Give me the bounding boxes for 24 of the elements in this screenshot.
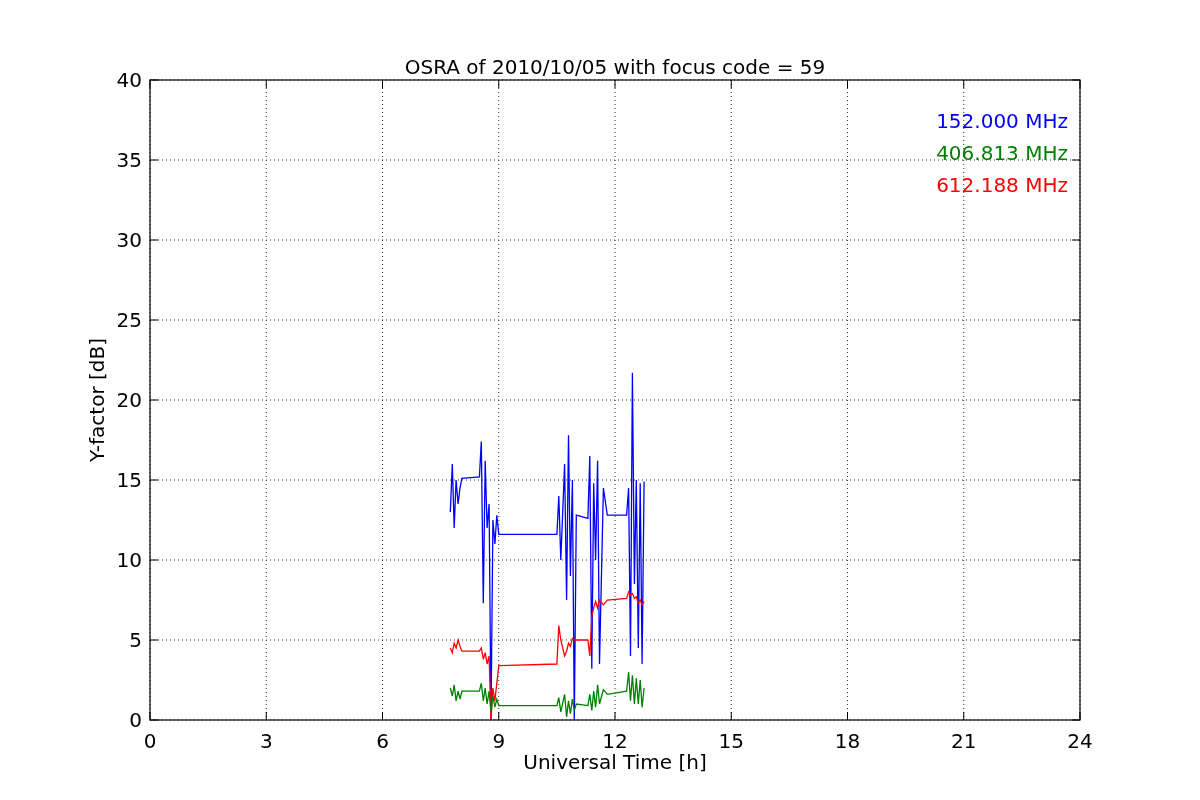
legend-label: 612.188 MHz <box>936 173 1068 197</box>
x-tick-label: 0 <box>143 729 157 753</box>
y-axis-label: Y-factor [dB] <box>85 338 109 462</box>
chart-title: OSRA of 2010/10/05 with focus code = 59 <box>404 55 826 79</box>
x-tick-label: 24 <box>1067 729 1093 753</box>
x-tick-label: 9 <box>492 729 506 753</box>
x-axis-label: Universal Time [h] <box>523 750 707 774</box>
y-tick-label: 10 <box>116 548 142 572</box>
y-tick-label: 40 <box>116 68 142 92</box>
y-tick-label: 5 <box>129 628 142 652</box>
y-tick-label: 30 <box>116 228 142 252</box>
x-tick-label: 21 <box>951 729 977 753</box>
y-tick-label: 35 <box>116 148 142 172</box>
legend-label: 152.000 MHz <box>936 109 1068 133</box>
legend-label: 406.813 MHz <box>936 141 1068 165</box>
x-tick-label: 12 <box>602 729 628 753</box>
x-tick-label: 6 <box>376 729 389 753</box>
x-tick-label: 3 <box>259 729 273 753</box>
x-tick-label: 18 <box>834 729 861 753</box>
y-tick-label: 20 <box>116 388 142 412</box>
y-tick-label: 25 <box>116 308 142 332</box>
y-tick-label: 0 <box>129 708 142 732</box>
x-tick-label: 15 <box>718 729 744 753</box>
y-tick-label: 15 <box>116 468 142 492</box>
